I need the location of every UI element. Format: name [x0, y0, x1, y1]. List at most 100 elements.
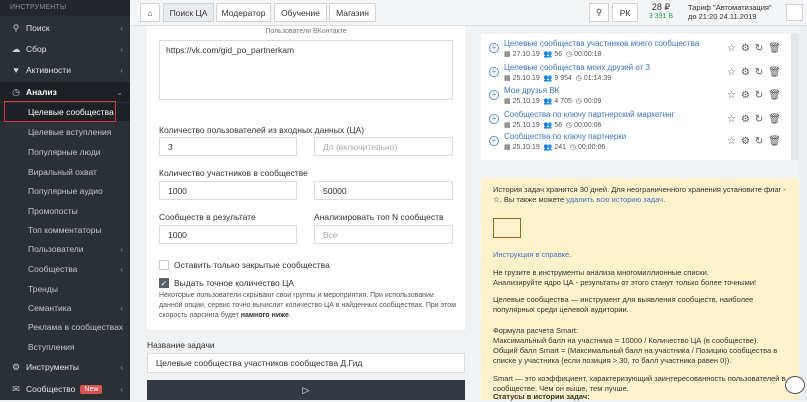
- history-count: 56: [554, 122, 563, 129]
- tab-learning[interactable]: Обучение: [274, 3, 327, 22]
- sidebar-item-collect[interactable]: ☁ Сбор ‹: [0, 39, 130, 59]
- sidebar-subitem-trends[interactable]: Тренды: [0, 280, 130, 298]
- refresh-icon[interactable]: ↻: [755, 67, 763, 78]
- chevron-left-icon: ‹: [120, 384, 123, 394]
- sidebar-subitem-semantics[interactable]: Семантика ‹: [0, 299, 130, 317]
- history-scrollbar[interactable]: [791, 34, 799, 160]
- sidebar-subitem-label: Виральный охват: [28, 167, 97, 177]
- home-button[interactable]: ⌂: [140, 3, 160, 22]
- trash-icon[interactable]: 🗑: [768, 114, 781, 125]
- members-from-input[interactable]: 1000: [159, 181, 297, 200]
- gear-icon: ⚙: [11, 361, 21, 372]
- plus-icon[interactable]: +: [489, 90, 499, 100]
- sidebar-item-search[interactable]: ⚲ Поиск ‹: [0, 18, 130, 38]
- settings-icon[interactable]: ⚙: [741, 90, 750, 101]
- clock-icon: ◷: [12, 86, 20, 97]
- sidebar-item-activities[interactable]: ♥ Активности ‹: [0, 60, 130, 80]
- tab-moderator[interactable]: Модератор: [216, 3, 271, 22]
- info-panel: История задач хранится 30 дней. Для неог…: [481, 178, 799, 401]
- delete-history-link[interactable]: удалить всю историю задач: [566, 195, 663, 204]
- vk-users-textarea[interactable]: https://vk.com/gid_po_partnerkam: [159, 40, 453, 100]
- history-date: 25.10.19: [512, 144, 540, 151]
- search-button[interactable]: ⚲: [589, 3, 609, 22]
- chevron-left-icon: ‹: [120, 65, 123, 75]
- history-item[interactable]: + Сообщества по ключу партнерский маркет…: [481, 109, 799, 133]
- refresh-icon[interactable]: ↻: [755, 114, 763, 125]
- refresh-icon[interactable]: ↻: [755, 90, 763, 101]
- history-item[interactable]: + Мои друзья ВК ▦ 25.10.19 👥 4 705 ◷ 00:…: [481, 85, 799, 109]
- sidebar-item-tools[interactable]: ⚙ Инструменты ‹: [0, 357, 130, 377]
- trash-icon[interactable]: 🗑: [768, 136, 781, 147]
- settings-icon[interactable]: ⚙: [741, 67, 750, 78]
- sidebar-subitem-target-joins[interactable]: Целевые вступления: [0, 123, 130, 141]
- search-icon: ⚲: [12, 22, 20, 33]
- trash-icon[interactable]: 🗑: [768, 43, 781, 54]
- sidebar-subitem-popular-people[interactable]: Популярные люди: [0, 143, 130, 161]
- sidebar-subitem-promoposts[interactable]: Промопосты: [0, 202, 130, 220]
- settings-icon[interactable]: ⚙: [741, 114, 750, 125]
- members-to-input[interactable]: 50000: [314, 181, 453, 200]
- tab-search-audience[interactable]: Поиск ЦА: [163, 3, 214, 22]
- history-title[interactable]: Мои друзья ВК: [504, 86, 559, 95]
- plus-icon[interactable]: +: [489, 67, 499, 77]
- chevron-down-icon: ⌄: [116, 87, 123, 97]
- plus-icon[interactable]: +: [489, 43, 499, 53]
- exact-count-note: Некоторые пользователи скрывают свои гру…: [159, 291, 459, 321]
- trash-icon[interactable]: 🗑: [768, 90, 781, 101]
- sidebar-subitem-joins[interactable]: Вступления: [0, 338, 130, 356]
- sidebar-subitem-community-ads[interactable]: Реклама в сообществах: [0, 318, 130, 336]
- sidebar-item-label: Поиск: [26, 23, 50, 33]
- history-title[interactable]: Сообщества по ключу партнерки: [504, 132, 626, 141]
- sidebar-item-analysis[interactable]: ◷ Анализ ⌄: [0, 82, 130, 102]
- sidebar-subitem-users[interactable]: Пользователи ‹: [0, 240, 130, 258]
- sidebar-subitem-popular-audio[interactable]: Популярные аудио: [0, 182, 130, 200]
- run-button[interactable]: ▷: [147, 380, 465, 400]
- history-item[interactable]: + Сообщества по ключу партнерки ▦ 25.10.…: [481, 131, 799, 155]
- star-icon[interactable]: ☆: [727, 114, 736, 125]
- closed-only-checkbox[interactable]: [159, 260, 169, 270]
- top-n-input[interactable]: Все: [314, 225, 453, 244]
- sidebar-subitem-communities[interactable]: Сообщества ‹: [0, 260, 130, 278]
- sidebar-subitem-top-commenters[interactable]: Топ комментаторы: [0, 221, 130, 239]
- refresh-icon[interactable]: ↻: [755, 136, 763, 147]
- avatar[interactable]: [786, 4, 803, 21]
- settings-icon[interactable]: ⚙: [741, 136, 750, 147]
- star-icon[interactable]: ☆: [727, 136, 736, 147]
- history-time: 00:00:06: [574, 122, 602, 129]
- task-history: + Целевые сообщества участников моего со…: [481, 34, 799, 160]
- history-title[interactable]: Сообщества по ключу партнерский маркетин…: [504, 110, 675, 119]
- sidebar-item-community[interactable]: ✉ Сообщество New ‹: [0, 379, 130, 399]
- history-item[interactable]: + Целевые сообщества участников моего со…: [481, 38, 799, 62]
- history-title[interactable]: Целевые сообщества участников моего сооб…: [504, 39, 699, 48]
- trash-icon[interactable]: 🗑: [768, 67, 781, 78]
- users-from-input[interactable]: 3: [159, 137, 297, 156]
- highlight-box: [4, 101, 116, 122]
- video-icon[interactable]: [493, 218, 521, 238]
- chevron-left-icon: ‹: [120, 23, 123, 33]
- result-count-input[interactable]: 1000: [159, 225, 297, 244]
- help-link[interactable]: Инструкция в справке.: [493, 250, 787, 260]
- star-icon[interactable]: ☆: [727, 43, 736, 54]
- history-item[interactable]: + Целевые сообщества моих друзей от 3 ▦ …: [481, 62, 799, 86]
- balance[interactable]: 28 ₽ 3 391 В: [644, 2, 678, 20]
- settings-icon[interactable]: ⚙: [741, 43, 750, 54]
- sidebar-subitem-viral-reach[interactable]: Виральный охват: [0, 163, 130, 181]
- chat-icon[interactable]: [785, 376, 805, 394]
- balance-amount: 28 ₽: [651, 2, 671, 12]
- plus-icon[interactable]: +: [489, 114, 499, 124]
- history-date: 25.10.19: [512, 122, 540, 129]
- history-title[interactable]: Целевые сообщества моих друзей от 3: [504, 63, 650, 72]
- task-name-input[interactable]: Целевые сообщества участников сообщества…: [147, 353, 465, 373]
- star-icon[interactable]: ☆: [727, 67, 736, 78]
- users-to-input[interactable]: До (включительно): [314, 137, 453, 156]
- right-scrollbar[interactable]: [799, 26, 807, 400]
- exact-count-checkbox[interactable]: ✓: [159, 278, 169, 288]
- statuses-title: Статусы в истории задач:: [493, 392, 590, 401]
- plus-icon[interactable]: +: [489, 136, 499, 146]
- lang-button[interactable]: РК: [612, 3, 638, 22]
- refresh-icon[interactable]: ↻: [755, 43, 763, 54]
- tariff-info[interactable]: Тариф "Автоматизация" до 21:20 24.11.201…: [688, 3, 783, 21]
- star-icon[interactable]: ☆: [727, 90, 736, 101]
- heart-icon: ♥: [13, 65, 19, 75]
- tab-shop[interactable]: Магазин: [329, 3, 376, 22]
